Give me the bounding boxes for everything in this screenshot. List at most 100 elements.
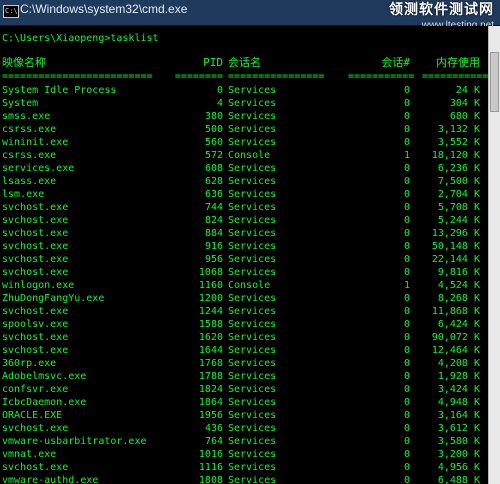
process-session-name: Services: [228, 189, 277, 200]
process-name: svchost.exe: [2, 202, 69, 213]
process-session-name: Services: [228, 358, 277, 369]
process-pid: 636: [204, 189, 223, 200]
process-pid: 608: [204, 163, 223, 174]
process-memory: 3,612 K: [437, 423, 480, 434]
process-memory: 12,464 K: [431, 345, 480, 356]
process-session-name: Services: [228, 423, 277, 434]
process-session-number: 0: [403, 137, 410, 148]
process-name: System: [2, 98, 39, 109]
process-memory: 8,268 K: [437, 293, 480, 304]
process-session-number: 0: [403, 176, 410, 187]
process-memory: 4,948 K: [437, 397, 480, 408]
process-session-name: Services: [228, 254, 277, 265]
window-titlebar[interactable]: C:\ C:\Windows\system32\cmd.exe 领测软件测试网 …: [0, 0, 500, 31]
process-memory: 9,816 K: [437, 267, 480, 278]
process-name: lsm.exe: [2, 189, 45, 200]
process-session-number: 1: [403, 280, 410, 291]
process-name: svchost.exe: [2, 462, 69, 473]
process-pid: 1956: [198, 410, 223, 421]
process-pid: 572: [204, 150, 223, 161]
process-memory: 4,524 K: [437, 280, 480, 291]
process-name: Adobelmsvc.exe: [2, 371, 87, 382]
vertical-scrollbar[interactable]: [488, 26, 500, 484]
process-name: svchost.exe: [2, 306, 69, 317]
process-name: svchost.exe: [2, 215, 69, 226]
process-name: IcbcDaemon.exe: [2, 397, 87, 408]
process-session-name: Services: [228, 215, 277, 226]
header-pid: PID: [203, 56, 223, 69]
process-pid: 744: [204, 202, 223, 213]
separator-session-name: ================: [228, 71, 325, 82]
process-session-name: Services: [228, 475, 277, 484]
process-name: svchost.exe: [2, 267, 69, 278]
process-session-name: Services: [228, 436, 277, 447]
console-output[interactable]: C:\Users\Xiaopeng>tasklist 映像名称 PID 会话名 …: [0, 26, 488, 484]
header-memory-usage: 内存使用: [436, 56, 480, 69]
process-memory: 4,208 K: [437, 358, 480, 369]
process-name: smss.exe: [2, 111, 51, 122]
process-name: 360rp.exe: [2, 358, 57, 369]
process-memory: 5,708 K: [437, 202, 480, 213]
process-session-number: 0: [403, 358, 410, 369]
process-name: csrss.exe: [2, 124, 57, 135]
process-session-number: 0: [403, 306, 410, 317]
process-name: svchost.exe: [2, 345, 69, 356]
process-name: svchost.exe: [2, 332, 69, 343]
process-pid: 884: [204, 228, 223, 239]
process-name: svchost.exe: [2, 423, 69, 434]
process-name: spoolsv.exe: [2, 319, 69, 330]
process-name: vmware-authd.exe: [2, 475, 99, 484]
process-pid: 1768: [198, 358, 223, 369]
process-session-number: 0: [403, 345, 410, 356]
process-session-name: Services: [228, 228, 277, 239]
process-pid: 560: [204, 137, 223, 148]
process-pid: 1016: [198, 449, 223, 460]
process-session-name: Services: [228, 176, 277, 187]
process-pid: 436: [204, 423, 223, 434]
process-pid: 916: [204, 241, 223, 252]
process-session-name: Services: [228, 449, 277, 460]
process-name: winlogon.exe: [2, 280, 75, 291]
process-memory: 24 K: [455, 85, 480, 96]
process-session-number: 0: [403, 189, 410, 200]
process-memory: 3,580 K: [437, 436, 480, 447]
scrollbar-thumb[interactable]: [490, 52, 499, 112]
process-session-number: 0: [403, 319, 410, 330]
process-session-name: Services: [228, 241, 277, 252]
process-session-name: Services: [228, 462, 277, 473]
separator-memory: ============: [422, 71, 488, 82]
process-session-name: Services: [228, 85, 277, 96]
window-title: C:\Windows\system32\cmd.exe: [20, 2, 188, 16]
process-session-number: 0: [403, 423, 410, 434]
process-session-number: 0: [403, 410, 410, 421]
process-session-number: 0: [403, 254, 410, 265]
process-memory: 18,120 K: [431, 150, 480, 161]
process-pid: 956: [204, 254, 223, 265]
process-session-name: Services: [228, 267, 277, 278]
process-session-number: 0: [403, 228, 410, 239]
process-session-number: 0: [403, 293, 410, 304]
process-memory: 50,148 K: [431, 241, 480, 252]
process-memory: 304 K: [449, 98, 480, 109]
process-session-number: 0: [403, 462, 410, 473]
header-image-name: 映像名称: [2, 56, 46, 69]
separator-session-number: ===========: [348, 71, 415, 82]
header-session-name: 会话名: [228, 56, 261, 69]
process-session-name: Services: [228, 163, 277, 174]
process-pid: 1788: [198, 371, 223, 382]
process-session-name: Services: [228, 306, 277, 317]
process-session-number: 0: [403, 384, 410, 395]
process-memory: 2,704 K: [437, 189, 480, 200]
table-header: 映像名称 PID 会话名 会话# 内存使用: [2, 56, 480, 69]
console-icon-glyph: C:\: [5, 7, 18, 15]
process-memory: 6,488 K: [437, 475, 480, 484]
process-memory: 3,164 K: [437, 410, 480, 421]
process-pid: 1068: [198, 267, 223, 278]
process-name: svchost.exe: [2, 254, 69, 265]
process-session-number: 0: [403, 397, 410, 408]
process-session-name: Services: [228, 397, 277, 408]
process-pid: 1160: [198, 280, 223, 291]
process-pid: 0: [216, 85, 223, 96]
process-session-number: 0: [403, 163, 410, 174]
process-session-number: 0: [403, 98, 410, 109]
